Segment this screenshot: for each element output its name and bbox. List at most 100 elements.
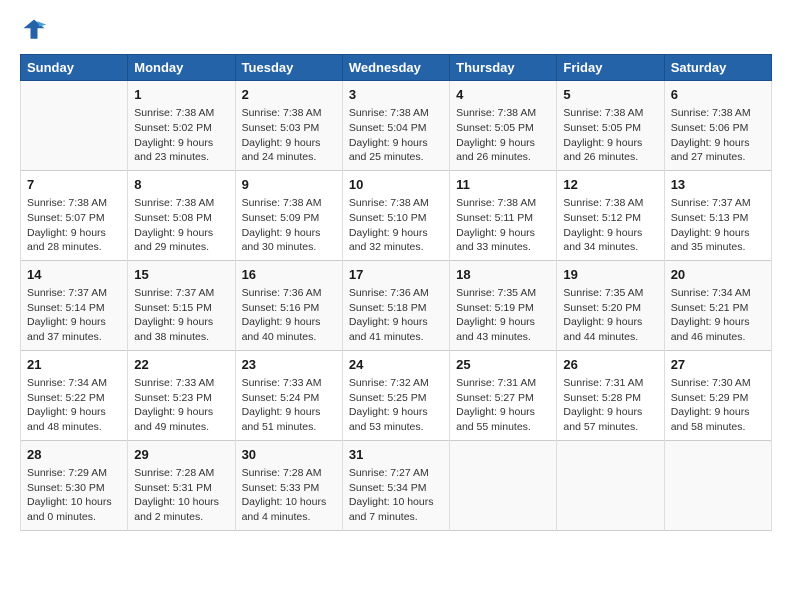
day-detail: Sunrise: 7:38 AMSunset: 5:07 PMDaylight:…: [27, 196, 121, 255]
day-cell: 9 Sunrise: 7:38 AMSunset: 5:09 PMDaylight…: [235, 170, 342, 260]
day-cell: 24 Sunrise: 7:32 AMSunset: 5:25 PMDayligh…: [342, 350, 449, 440]
day-detail: Sunrise: 7:30 AMSunset: 5:29 PMDaylight:…: [671, 376, 765, 435]
day-number: 20: [671, 266, 765, 284]
day-cell: 12 Sunrise: 7:38 AMSunset: 5:12 PMDayligh…: [557, 170, 664, 260]
day-detail: Sunrise: 7:38 AMSunset: 5:05 PMDaylight:…: [456, 106, 550, 165]
day-detail: Sunrise: 7:38 AMSunset: 5:06 PMDaylight:…: [671, 106, 765, 165]
day-detail: Sunrise: 7:34 AMSunset: 5:21 PMDaylight:…: [671, 286, 765, 345]
column-header-thursday: Thursday: [450, 55, 557, 81]
day-number: 15: [134, 266, 228, 284]
day-detail: Sunrise: 7:38 AMSunset: 5:09 PMDaylight:…: [242, 196, 336, 255]
logo-icon: [20, 16, 48, 44]
week-row-1: 1 Sunrise: 7:38 AMSunset: 5:02 PMDaylight…: [21, 81, 772, 171]
week-row-2: 7 Sunrise: 7:38 AMSunset: 5:07 PMDaylight…: [21, 170, 772, 260]
day-number: 8: [134, 176, 228, 194]
day-number: 28: [27, 446, 121, 464]
week-row-3: 14 Sunrise: 7:37 AMSunset: 5:14 PMDayligh…: [21, 260, 772, 350]
day-cell: 2 Sunrise: 7:38 AMSunset: 5:03 PMDaylight…: [235, 81, 342, 171]
day-detail: Sunrise: 7:38 AMSunset: 5:02 PMDaylight:…: [134, 106, 228, 165]
day-cell: 5Sunrise: 7:38 AMSunset: 5:05 PMDaylight…: [557, 81, 664, 171]
column-header-friday: Friday: [557, 55, 664, 81]
day-detail: Sunrise: 7:37 AMSunset: 5:13 PMDaylight:…: [671, 196, 765, 255]
day-cell: 8 Sunrise: 7:38 AMSunset: 5:08 PMDaylight…: [128, 170, 235, 260]
day-detail: Sunrise: 7:28 AMSunset: 5:33 PMDaylight:…: [242, 466, 336, 525]
column-headers: SundayMondayTuesdayWednesdayThursdayFrid…: [21, 55, 772, 81]
day-detail: Sunrise: 7:36 AMSunset: 5:16 PMDaylight:…: [242, 286, 336, 345]
day-detail: Sunrise: 7:38 AMSunset: 5:10 PMDaylight:…: [349, 196, 443, 255]
day-number: 22: [134, 356, 228, 374]
day-cell: 20 Sunrise: 7:34 AMSunset: 5:21 PMDayligh…: [664, 260, 771, 350]
day-detail: Sunrise: 7:38 AMSunset: 5:03 PMDaylight:…: [242, 106, 336, 165]
day-number: 7: [27, 176, 121, 194]
day-number: 19: [563, 266, 657, 284]
day-cell: 22 Sunrise: 7:33 AMSunset: 5:23 PMDayligh…: [128, 350, 235, 440]
day-detail: Sunrise: 7:37 AMSunset: 5:15 PMDaylight:…: [134, 286, 228, 345]
day-number: 6: [671, 86, 765, 104]
day-cell: [664, 440, 771, 530]
day-detail: Sunrise: 7:38 AMSunset: 5:04 PMDaylight:…: [349, 106, 443, 165]
day-detail: Sunrise: 7:29 AMSunset: 5:30 PMDaylight:…: [27, 466, 121, 525]
day-cell: 3 Sunrise: 7:38 AMSunset: 5:04 PMDaylight…: [342, 81, 449, 171]
day-number: 14: [27, 266, 121, 284]
day-cell: 23 Sunrise: 7:33 AMSunset: 5:24 PMDayligh…: [235, 350, 342, 440]
day-detail: Sunrise: 7:33 AMSunset: 5:24 PMDaylight:…: [242, 376, 336, 435]
day-detail: Sunrise: 7:35 AMSunset: 5:20 PMDaylight:…: [563, 286, 657, 345]
day-number: 17: [349, 266, 443, 284]
day-detail: Sunrise: 7:27 AMSunset: 5:34 PMDaylight:…: [349, 466, 443, 525]
day-number: 29: [134, 446, 228, 464]
day-number: 30: [242, 446, 336, 464]
day-cell: 19 Sunrise: 7:35 AMSunset: 5:20 PMDayligh…: [557, 260, 664, 350]
day-detail: Sunrise: 7:38 AMSunset: 5:08 PMDaylight:…: [134, 196, 228, 255]
day-number: 2: [242, 86, 336, 104]
day-number: 12: [563, 176, 657, 194]
day-detail: Sunrise: 7:28 AMSunset: 5:31 PMDaylight:…: [134, 466, 228, 525]
day-cell: 31Sunrise: 7:27 AMSunset: 5:34 PMDayligh…: [342, 440, 449, 530]
day-number: 23: [242, 356, 336, 374]
day-cell: 11 Sunrise: 7:38 AMSunset: 5:11 PMDayligh…: [450, 170, 557, 260]
day-cell: 16 Sunrise: 7:36 AMSunset: 5:16 PMDayligh…: [235, 260, 342, 350]
day-detail: Sunrise: 7:31 AMSunset: 5:27 PMDaylight:…: [456, 376, 550, 435]
day-cell: 18Sunrise: 7:35 AMSunset: 5:19 PMDayligh…: [450, 260, 557, 350]
day-cell: 25 Sunrise: 7:31 AMSunset: 5:27 PMDayligh…: [450, 350, 557, 440]
day-number: 1: [134, 86, 228, 104]
day-cell: 21 Sunrise: 7:34 AMSunset: 5:22 PMDayligh…: [21, 350, 128, 440]
day-cell: 17 Sunrise: 7:36 AMSunset: 5:18 PMDayligh…: [342, 260, 449, 350]
day-number: 5: [563, 86, 657, 104]
day-cell: [557, 440, 664, 530]
header: [20, 16, 772, 44]
day-detail: Sunrise: 7:32 AMSunset: 5:25 PMDaylight:…: [349, 376, 443, 435]
day-cell: 15 Sunrise: 7:37 AMSunset: 5:15 PMDayligh…: [128, 260, 235, 350]
day-detail: Sunrise: 7:33 AMSunset: 5:23 PMDaylight:…: [134, 376, 228, 435]
day-cell: 26Sunrise: 7:31 AMSunset: 5:28 PMDayligh…: [557, 350, 664, 440]
day-detail: Sunrise: 7:37 AMSunset: 5:14 PMDaylight:…: [27, 286, 121, 345]
day-detail: Sunrise: 7:36 AMSunset: 5:18 PMDaylight:…: [349, 286, 443, 345]
day-number: 16: [242, 266, 336, 284]
day-number: 11: [456, 176, 550, 194]
day-detail: Sunrise: 7:34 AMSunset: 5:22 PMDaylight:…: [27, 376, 121, 435]
calendar-table: SundayMondayTuesdayWednesdayThursdayFrid…: [20, 54, 772, 531]
day-cell: 14 Sunrise: 7:37 AMSunset: 5:14 PMDayligh…: [21, 260, 128, 350]
day-number: 27: [671, 356, 765, 374]
day-number: 25: [456, 356, 550, 374]
week-row-5: 28 Sunrise: 7:29 AMSunset: 5:30 PMDayligh…: [21, 440, 772, 530]
day-cell: 29 Sunrise: 7:28 AMSunset: 5:31 PMDayligh…: [128, 440, 235, 530]
day-detail: Sunrise: 7:38 AMSunset: 5:11 PMDaylight:…: [456, 196, 550, 255]
day-number: 21: [27, 356, 121, 374]
day-number: 9: [242, 176, 336, 194]
day-detail: Sunrise: 7:31 AMSunset: 5:28 PMDaylight:…: [563, 376, 657, 435]
column-header-tuesday: Tuesday: [235, 55, 342, 81]
day-detail: Sunrise: 7:38 AMSunset: 5:12 PMDaylight:…: [563, 196, 657, 255]
day-cell: 27 Sunrise: 7:30 AMSunset: 5:29 PMDayligh…: [664, 350, 771, 440]
week-row-4: 21 Sunrise: 7:34 AMSunset: 5:22 PMDayligh…: [21, 350, 772, 440]
calendar-page: SundayMondayTuesdayWednesdayThursdayFrid…: [0, 0, 792, 612]
column-header-wednesday: Wednesday: [342, 55, 449, 81]
day-cell: 6 Sunrise: 7:38 AMSunset: 5:06 PMDaylight…: [664, 81, 771, 171]
day-number: 24: [349, 356, 443, 374]
day-cell: 7 Sunrise: 7:38 AMSunset: 5:07 PMDaylight…: [21, 170, 128, 260]
day-cell: 30 Sunrise: 7:28 AMSunset: 5:33 PMDayligh…: [235, 440, 342, 530]
day-number: 10: [349, 176, 443, 194]
day-cell: [21, 81, 128, 171]
day-cell: 28 Sunrise: 7:29 AMSunset: 5:30 PMDayligh…: [21, 440, 128, 530]
day-number: 3: [349, 86, 443, 104]
column-header-saturday: Saturday: [664, 55, 771, 81]
